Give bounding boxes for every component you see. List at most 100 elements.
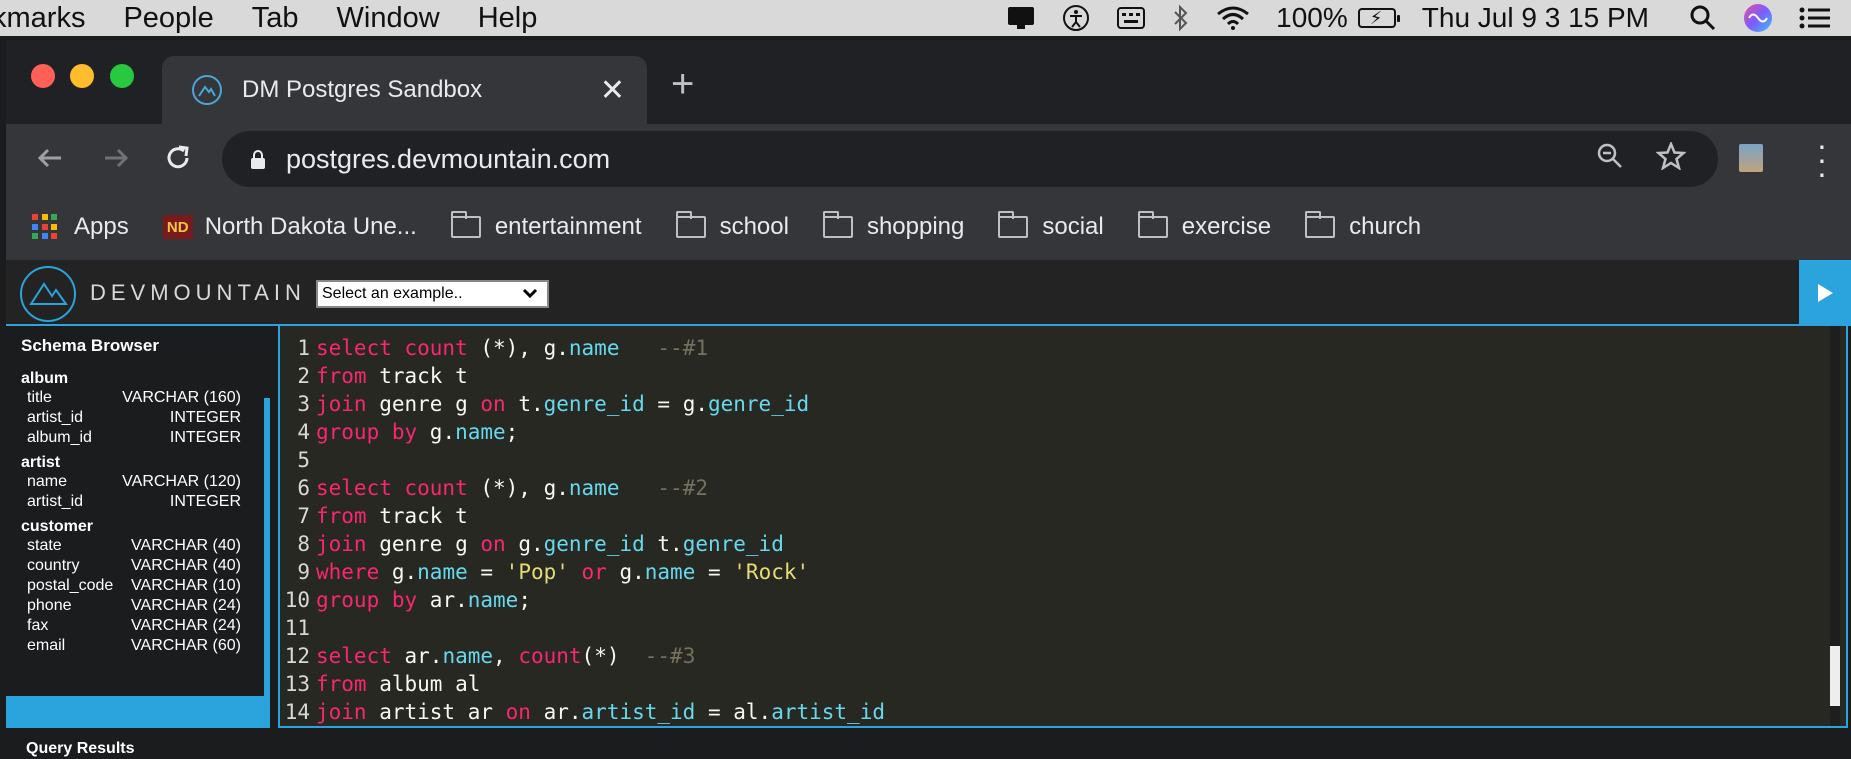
menu-item-kmarks[interactable]: kmarks <box>0 0 85 36</box>
line-number: 13 <box>284 672 310 696</box>
code-line[interactable]: 6 select count (*), g. name --#2 <box>280 474 885 502</box>
profile-avatar[interactable] <box>1739 144 1763 172</box>
run-query-button[interactable] <box>1799 260 1851 326</box>
forward-button[interactable] <box>96 138 136 178</box>
code-token: g. <box>518 532 544 556</box>
zoom-out-icon[interactable] <box>1596 142 1624 177</box>
code-token: from <box>316 364 380 388</box>
code-line[interactable]: 13 from album al <box>280 670 885 698</box>
bookmark-und[interactable]: ND North Dakota Une... <box>162 213 417 241</box>
editor-scrollbar-thumb[interactable] <box>1830 646 1840 706</box>
bookmark-folder-social[interactable]: social <box>998 211 1104 241</box>
tab-close-icon[interactable]: ✕ <box>600 73 625 108</box>
code-line[interactable]: 2 from track t <box>280 362 885 390</box>
battery-percent: 100% <box>1276 2 1348 33</box>
schema-table-name[interactable]: artist <box>21 454 241 472</box>
siri-icon[interactable] <box>1743 0 1773 36</box>
code-token: select <box>316 644 405 668</box>
menu-item-window[interactable]: Window <box>337 0 440 36</box>
code-line[interactable]: 14 join artist ar on ar. artist_id = al. ar… <box>280 698 885 726</box>
code-token: track t <box>379 364 468 388</box>
tab-dm-postgres-sandbox[interactable]: DM Postgres Sandbox ✕ <box>162 56 647 124</box>
new-tab-button[interactable]: + <box>671 64 694 104</box>
sql-code[interactable]: 1 select count (*), g. name --#1 2 from trac… <box>280 334 885 726</box>
menu-item-tab[interactable]: Tab <box>252 0 299 36</box>
schema-browser-title: Schema Browser <box>21 336 159 355</box>
url-text[interactable]: postgres.devmountain.com <box>286 144 1596 175</box>
reload-button[interactable] <box>158 138 198 178</box>
bookmark-folder-exercise[interactable]: exercise <box>1137 211 1272 241</box>
column-name: fax <box>27 617 49 634</box>
menu-item-help[interactable]: Help <box>478 0 538 36</box>
column-type: VARCHAR (24) <box>131 597 241 614</box>
menu-item-people[interactable]: People <box>123 0 213 36</box>
close-window-button[interactable] <box>31 64 55 88</box>
sql-editor[interactable]: 1 select count (*), g. name --#1 2 from trac… <box>278 326 1848 728</box>
bookmark-star-icon[interactable] <box>1655 140 1687 177</box>
code-token: ; <box>518 588 531 612</box>
code-token: name <box>442 644 494 668</box>
code-token: ; <box>505 420 519 444</box>
tab-strip: DM Postgres Sandbox ✕ + <box>6 40 1851 124</box>
accessibility-icon[interactable] <box>1062 0 1090 36</box>
column-type: INTEGER <box>169 429 241 446</box>
bookmark-folder-shopping[interactable]: shopping <box>822 211 964 241</box>
line-number: 14 <box>284 700 310 724</box>
code-token: t. <box>644 532 683 556</box>
code-line[interactable]: 7 from track t <box>280 502 885 530</box>
code-token: (*), g. <box>480 336 569 360</box>
battery-icon[interactable]: ⚡ <box>1354 0 1400 36</box>
chrome-menu-icon[interactable]: · · · <box>1816 129 1828 189</box>
column-name: phone <box>27 597 72 614</box>
folder-icon <box>1137 211 1168 238</box>
address-bar[interactable]: postgres.devmountain.com <box>222 131 1718 187</box>
code-line[interactable]: 5 <box>280 446 885 474</box>
bookmark-folder-school[interactable]: school <box>675 211 789 241</box>
editor-scrollbar[interactable] <box>1830 326 1840 726</box>
schema-table-list: album title VARCHAR (160) artist_id INTEGER a… <box>21 364 241 656</box>
code-token: album al <box>379 672 481 696</box>
keyboard-shortcuts-icon[interactable] <box>1116 0 1146 36</box>
schema-scrollbar[interactable] <box>264 398 270 728</box>
code-line[interactable]: 10 group by ar. name; <box>280 586 885 614</box>
schema-table-name[interactable]: album <box>21 370 241 388</box>
menu-bar-items: kmarks People Tab Window Help <box>0 0 575 36</box>
code-line[interactable]: 1 select count (*), g. name --#1 <box>280 334 885 362</box>
column-name: state <box>27 537 62 554</box>
wifi-icon[interactable] <box>1216 0 1250 36</box>
code-token: select count <box>316 336 481 360</box>
bookmark-apps[interactable]: Apps <box>32 213 129 241</box>
code-token: t. <box>518 392 544 416</box>
lock-icon[interactable] <box>250 150 266 169</box>
bookmark-folder-church[interactable]: church <box>1305 211 1421 241</box>
bluetooth-icon[interactable] <box>1172 0 1190 36</box>
code-token: count <box>518 644 582 668</box>
code-line[interactable]: 8 join genre g on g. genre_id t. genre_id <box>280 530 885 558</box>
example-select[interactable]: Select an example.. <box>316 280 549 308</box>
back-button[interactable] <box>30 138 70 178</box>
notification-center-icon[interactable] <box>1799 0 1831 36</box>
code-line[interactable]: 11 <box>280 614 885 642</box>
code-line[interactable]: 4 group by g. name; <box>280 418 885 446</box>
zoom-window-button[interactable] <box>110 64 134 88</box>
code-token: --#3 <box>644 644 696 668</box>
schema-table-name[interactable]: customer <box>21 518 241 536</box>
code-token: join <box>316 392 380 416</box>
apps-grid-icon <box>32 214 58 240</box>
minimize-window-button[interactable] <box>70 64 94 88</box>
code-line[interactable]: 3 join genre g on t. genre_id = g. genre_id <box>280 390 885 418</box>
column-type: VARCHAR (10) <box>131 577 241 594</box>
schema-browser: Schema Browser album title VARCHAR (160) ar… <box>6 326 270 728</box>
code-token: 'Pop' <box>505 560 569 584</box>
bookmark-folder-entertainment[interactable]: entertainment <box>450 211 642 241</box>
spotlight-search-icon[interactable] <box>1689 0 1717 36</box>
code-token: 'Rock' <box>733 560 810 584</box>
code-line[interactable]: 12 select ar. name, count (*) --#3 <box>280 642 885 670</box>
code-token: artist ar <box>379 700 506 724</box>
line-number: 2 <box>297 364 310 388</box>
menu-bar-status: 100% ⚡ Thu Jul 9 3 15 PM <box>1006 0 1851 36</box>
menu-clock[interactable]: Thu Jul 9 3 15 PM <box>1422 2 1649 34</box>
display-icon[interactable] <box>1006 0 1036 36</box>
bookmark-label: exercise <box>1181 213 1272 240</box>
code-line[interactable]: 9 where g. name = 'Pop' or g. name = 'Rock' <box>280 558 885 586</box>
